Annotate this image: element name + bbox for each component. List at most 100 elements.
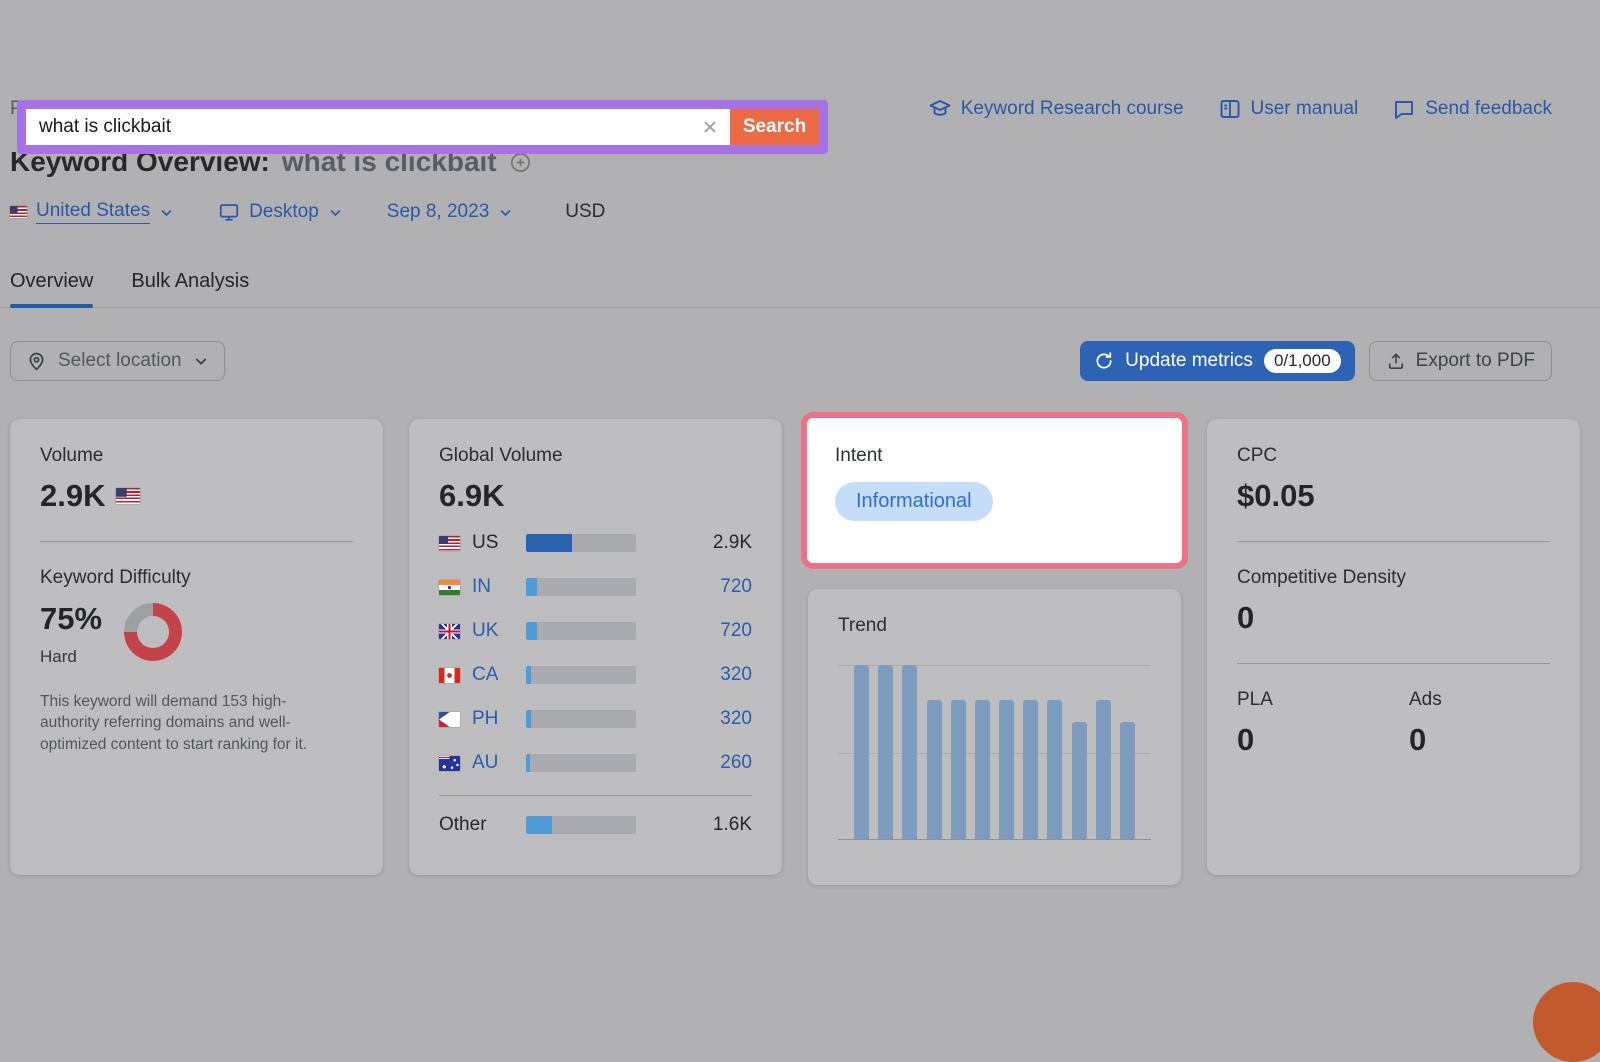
trend-bar [999,700,1014,839]
trend-chart [838,665,1151,840]
intent-badge[interactable]: Informational [835,482,993,521]
trend-bars [854,665,1135,839]
search-input[interactable] [26,109,690,145]
ca-flag-icon [439,668,460,683]
tab-bulk-analysis[interactable]: Bulk Analysis [131,270,249,308]
trend-bar [951,700,966,839]
keyword-research-course-link[interactable]: Keyword Research course [928,97,1184,121]
keyword-difficulty-level: Hard [40,647,102,667]
axis-baseline [838,839,1151,840]
trend-bar [975,700,990,839]
country-label[interactable]: CA [472,664,526,686]
global-volume-card: Global Volume 6.9K US2.9KIN720UK720CA320… [409,419,782,875]
us-flag-icon [439,536,460,551]
date-filter[interactable]: Sep 8, 2023 [387,201,513,223]
intent-title: Intent [835,445,1154,467]
country-label[interactable]: PH [472,708,526,730]
volume-bar-track [526,578,636,596]
trend-bar [927,700,942,839]
divider [439,795,752,796]
country-label: Other [439,814,526,836]
country-label[interactable]: IN [472,576,526,598]
country-label[interactable]: AU [472,752,526,774]
volume-bar-track [526,710,636,728]
divider [1237,541,1550,542]
competitive-density-value: 0 [1237,600,1550,636]
clear-search-icon[interactable] [690,109,730,145]
country-volume-value: 2.9K [636,532,752,554]
country-volume-value: 1.6K [636,814,752,836]
export-icon [1386,351,1406,371]
intent-card: Intent Informational [801,412,1188,569]
volume-bar-fill [526,816,552,834]
cpc-value: $0.05 [1237,478,1550,514]
volume-bar-track [526,666,636,684]
select-location-button[interactable]: Select location [10,341,225,381]
volume-bar-fill [526,666,531,684]
search-bar: Search [17,100,828,154]
send-feedback-link[interactable]: Send feedback [1392,97,1552,121]
global-volume-row: IN 720 [439,572,752,602]
main-content: Projects Keyword Overview Keyword Resear… [0,97,1600,885]
uk-flag-icon [439,624,460,639]
keyword-difficulty-donut [124,603,182,661]
country-volume-value[interactable]: 720 [636,576,752,598]
volume-bar-fill [526,578,537,596]
global-volume-row: UK 720 [439,616,752,646]
chevron-down-icon [328,205,343,220]
country-filter-label: United States [36,200,150,224]
country-volume-value[interactable]: 320 [636,708,752,730]
trend-bar [878,665,893,839]
country-volume-value[interactable]: 720 [636,620,752,642]
global-volume-rows: US 2.9K IN 720 UK 720 CA 320 PH 320 AU 260 Other 1.6K [439,528,752,840]
country-filter[interactable]: United States [10,200,174,224]
refresh-icon [1094,351,1114,371]
volume-bar-fill [526,534,572,552]
volume-bar-track [526,754,636,772]
metric-cards: Volume 2.9K Keyword Difficulty 75% Hard … [10,419,1552,885]
trend-bar [1096,700,1111,839]
global-volume-value: 6.9K [439,478,752,514]
graduation-cap-icon [928,97,952,121]
chevron-down-icon [498,205,513,220]
cpc-title: CPC [1237,445,1550,467]
country-volume-value[interactable]: 320 [636,664,752,686]
tab-overview[interactable]: Overview [10,270,93,308]
pla-value: 0 [1237,722,1409,758]
export-pdf-button[interactable]: Export to PDF [1369,341,1552,381]
trend-bar [1047,700,1062,839]
ads-value: 0 [1409,722,1442,758]
search-button[interactable]: Search [730,109,819,145]
trend-bar [902,665,917,839]
help-links: Keyword Research course User manual S [928,97,1552,121]
currency-label: USD [565,201,605,223]
keyword-difficulty-row: 75% Hard [40,601,353,667]
location-pin-icon [26,351,47,372]
book-icon [1218,97,1242,121]
keyword-difficulty-title: Keyword Difficulty [40,567,353,589]
pla-title: PLA [1237,689,1409,711]
device-filter-label: Desktop [249,201,319,223]
update-metrics-button[interactable]: Update metrics 0/1,000 [1080,341,1355,381]
help-link-label: User manual [1251,98,1359,120]
country-volume-value[interactable]: 260 [636,752,752,774]
country-label: US [472,532,526,554]
update-quota-badge: 0/1,000 [1264,349,1341,373]
help-link-label: Keyword Research course [961,98,1184,120]
volume-value: 2.9K [40,478,105,514]
speech-bubble-icon [1392,97,1416,121]
controls-row: Select location Update metrics 0/1,000 E… [10,341,1552,381]
chevron-down-icon [193,353,209,369]
competitive-density-title: Competitive Density [1237,567,1550,589]
volume-bar-track [526,816,636,834]
country-label[interactable]: UK [472,620,526,642]
trend-bar [1120,722,1135,839]
monitor-icon [218,201,240,223]
date-filter-label: Sep 8, 2023 [387,201,489,223]
user-manual-link[interactable]: User manual [1218,97,1359,121]
volume-title: Volume [40,445,353,467]
device-filter[interactable]: Desktop [218,201,343,223]
chat-fab-button[interactable] [1533,982,1600,1062]
trend-title: Trend [838,615,1151,637]
update-metrics-label: Update metrics [1125,350,1253,372]
